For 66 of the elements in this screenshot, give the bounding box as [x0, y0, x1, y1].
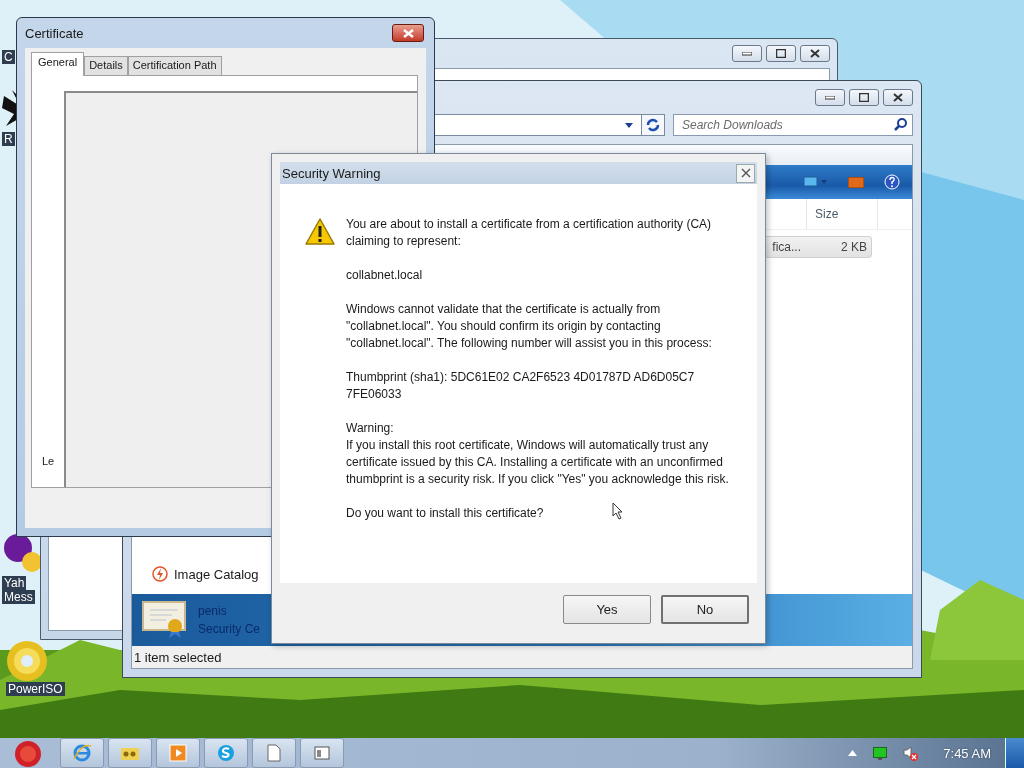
message-text: Thumbprint (sha1): 5DC61E02 CA2F6523 4D01787D AD6D05C7 7FE06033 [346, 369, 696, 403]
icon-label: R [2, 132, 15, 146]
chat-icon [216, 743, 236, 763]
show-hidden-icon[interactable] [848, 750, 858, 756]
media-player-icon [169, 744, 187, 762]
disc-icon[interactable] [6, 640, 48, 682]
tab[interactable]: Details [84, 56, 128, 75]
minimize-icon [742, 51, 752, 56]
close-button[interactable] [883, 89, 913, 106]
minimize-button[interactable] [732, 45, 762, 62]
view-icon[interactable] [804, 176, 828, 188]
message-text: If you install this root certificate, Windows will automatically trust any certificate issued by this CA. Installing a certificate with an unconfirmed thumbprint is a security risk. If you click "Yes" you acknowledge this risk. [346, 437, 730, 488]
close-icon [893, 93, 903, 102]
maximize-icon [776, 49, 786, 58]
search-icon [894, 118, 907, 131]
icon-label: Mess [2, 590, 35, 604]
status-bar: 1 item selected [132, 646, 912, 668]
tab[interactable]: General [31, 52, 85, 76]
lightning-icon [152, 566, 168, 582]
maximize-icon [859, 93, 869, 102]
taskbar-button[interactable] [252, 738, 296, 768]
close-button[interactable] [392, 24, 424, 42]
show-desktop-button[interactable] [1005, 738, 1024, 768]
warning-heading: Warning: [346, 420, 394, 437]
taskbar-button[interactable] [204, 738, 248, 768]
tab[interactable]: Certification Path [127, 56, 222, 75]
icon-label: Yah [2, 576, 27, 590]
close-icon [402, 28, 414, 38]
close-icon [810, 49, 820, 58]
minimize-icon [825, 95, 835, 100]
message-text: collabnet.local [346, 267, 423, 284]
dialog-title: Security Warning [282, 165, 381, 181]
refresh-button[interactable] [641, 114, 665, 136]
minimize-button[interactable] [815, 89, 845, 106]
window-title: Certificate [25, 25, 84, 41]
message-text: You are about to install a certificate from a certification authority (CA) claiming to represent: [346, 216, 713, 250]
clock[interactable]: 7:45 AM [943, 745, 991, 761]
dropdown-icon [625, 122, 633, 128]
document-icon [267, 744, 281, 762]
browser-icon [72, 743, 92, 763]
taskbar-button[interactable] [108, 738, 152, 768]
maximize-button[interactable] [849, 89, 879, 106]
muted-speaker-icon[interactable] [903, 745, 920, 761]
help-icon[interactable] [884, 174, 900, 190]
label-text: Le [42, 455, 54, 467]
file-type: Security Ce [198, 621, 261, 638]
certificate-icon [142, 601, 188, 639]
maximize-button[interactable] [766, 45, 796, 62]
close-icon [740, 168, 751, 178]
icon-label: C [2, 50, 15, 64]
message-text: Do you want to install this certificate? [346, 505, 544, 522]
icon-label: PowerISO [6, 682, 65, 696]
warning-icon [305, 218, 335, 245]
message-text: Windows cannot validate that the certificate is actually from "collabnet.local". You should confirm its origin by contacting "collabnet.local". The following number will assist you in this process: [346, 301, 713, 352]
close-button[interactable] [800, 45, 830, 62]
taskbar-button[interactable] [300, 738, 344, 768]
dialog-button[interactable]: Yes [563, 594, 651, 624]
column-header[interactable]: Size [806, 199, 878, 229]
window-icon [314, 746, 330, 760]
cursor-icon [612, 502, 624, 520]
search-field[interactable]: Search Downloads [673, 114, 913, 136]
close-button[interactable] [736, 163, 755, 183]
refresh-icon [646, 118, 660, 132]
dialog-button[interactable]: No [661, 594, 749, 624]
monitor-icon[interactable] [873, 746, 888, 760]
taskbar-button[interactable] [60, 738, 104, 768]
